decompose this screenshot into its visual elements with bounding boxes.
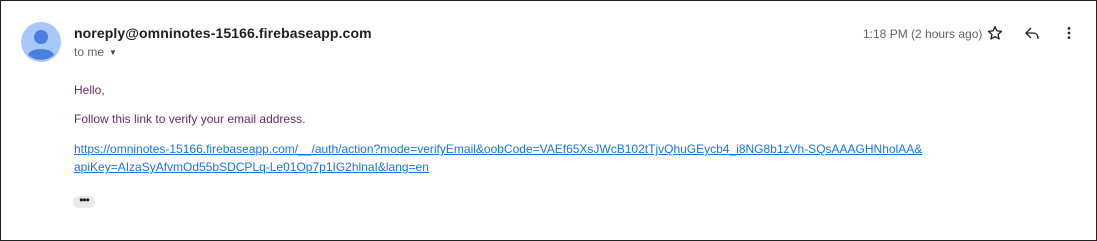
- recipient-details-toggle[interactable]: to me ▼: [74, 45, 117, 59]
- sender-address[interactable]: noreply@omninotes-15166.firebaseapp.com: [74, 25, 372, 41]
- email-message: noreply@omninotes-15166.firebaseapp.com …: [0, 0, 1097, 241]
- reply-button[interactable]: [1021, 22, 1043, 44]
- avatar-person-icon: [21, 22, 61, 62]
- recipient-label: to me: [74, 45, 105, 59]
- reply-icon: [1025, 27, 1039, 39]
- verify-link-line1[interactable]: https://omninotes-15166.firebaseapp.com/…: [74, 142, 922, 156]
- message-timestamp: 1:18 PM (2 hours ago): [863, 27, 983, 41]
- star-button[interactable]: [984, 22, 1006, 44]
- ellipsis-icon: •••: [79, 193, 90, 207]
- more-vert-icon: [1067, 27, 1071, 39]
- caret-down-icon: ▼: [109, 48, 117, 57]
- sender-avatar[interactable]: [21, 22, 61, 62]
- instruction-text: Follow this link to verify your email ad…: [74, 112, 306, 126]
- star-icon: [987, 26, 1003, 40]
- greeting-text: Hello,: [74, 83, 105, 97]
- more-options-button[interactable]: [1058, 22, 1080, 44]
- show-trimmed-content-button[interactable]: •••: [73, 193, 95, 208]
- verify-link-line2[interactable]: apiKey=AIzaSyAfvmOd55bSDCPLq-Le01Op7p1IG…: [74, 160, 429, 174]
